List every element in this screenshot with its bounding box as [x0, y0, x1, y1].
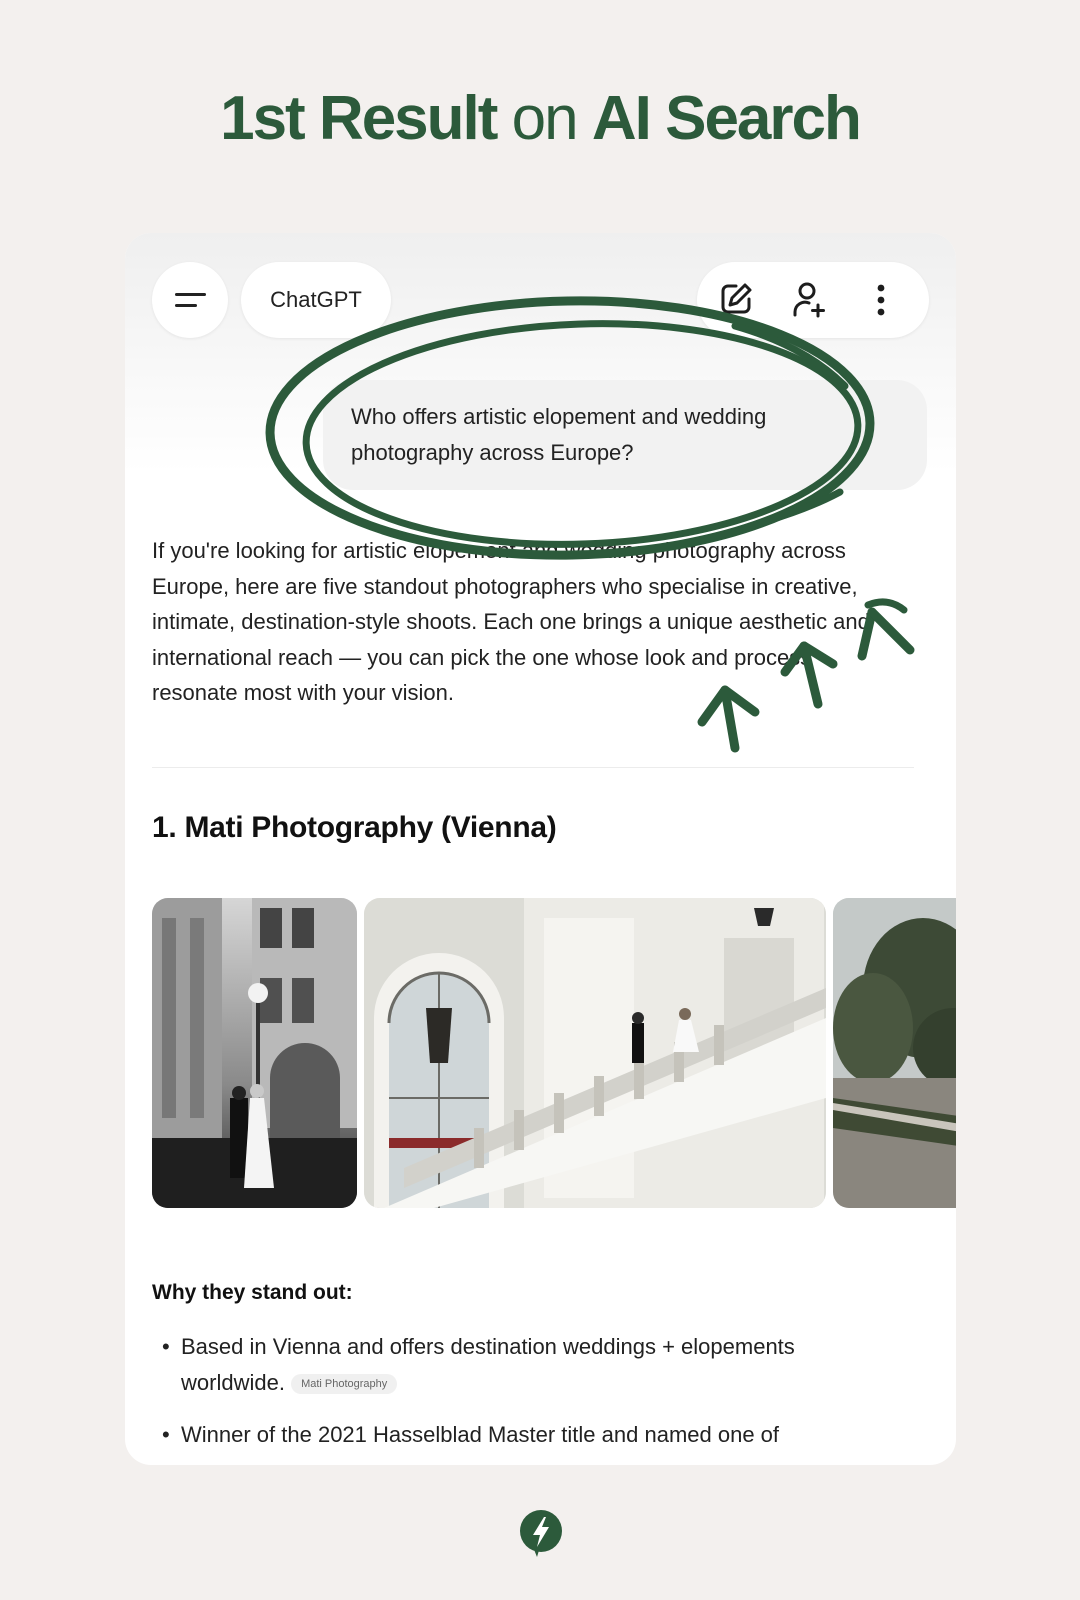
headline-part-3: AI Search [591, 84, 862, 153]
model-selector[interactable]: ChatGPT [241, 262, 391, 338]
prompt-line-1: Who offers artistic elopement and weddin… [351, 404, 767, 429]
bullet-text: Winner of the 2021 Hasselblad Master tit… [181, 1422, 780, 1447]
result-title: 1. Mati Photography (Vienna) [152, 811, 557, 844]
chat-screenshot-card: ChatGPT Who offers artistic elopement an… [125, 233, 956, 1465]
add-user-icon[interactable] [790, 280, 830, 325]
app-name: ChatGPT [270, 287, 362, 312]
prompt-line-2: photography across Europe? [351, 440, 634, 465]
citation-chip[interactable]: Mati Photography [291, 1374, 398, 1394]
why-heading: Why they stand out: [152, 1281, 353, 1304]
list-item: • Winner of the 2021 Hasselblad Master t… [162, 1422, 780, 1447]
user-prompt-bubble: Who offers artistic elopement and weddin… [323, 380, 927, 490]
photo-staircase-couple[interactable] [364, 898, 826, 1208]
assistant-answer: If you're looking for artistic elopement… [152, 533, 932, 711]
lightning-bolt-icon [520, 1510, 562, 1557]
list-item: • Based in Vienna and offers destination… [162, 1334, 795, 1395]
answer-line-2: Europe, here are five standout photograp… [152, 573, 858, 599]
headline-part-1: 1st Result [220, 84, 498, 153]
menu-button[interactable] [152, 262, 228, 338]
answer-line-1: If you're looking for artistic elopement… [152, 538, 846, 563]
header-actions [697, 262, 929, 338]
bullet-text-cont: worldwide. [181, 1370, 285, 1395]
answer-line-4: international reach — you can pick the o… [152, 644, 812, 670]
edit-icon[interactable] [717, 280, 755, 323]
photo-carousel[interactable] [152, 898, 956, 1208]
photo-vienna-palace-couple[interactable] [152, 898, 357, 1208]
page-headline: 1st Result on AI Search [0, 82, 1080, 156]
section-divider [152, 767, 914, 768]
answer-line-3: intimate, destination-style shoots. Each… [152, 609, 870, 634]
more-vertical-icon[interactable] [875, 280, 887, 325]
headline-part-2: on [511, 84, 579, 153]
photo-garden[interactable] [833, 898, 956, 1208]
answer-line-5: resonate most with your vision. [152, 680, 455, 705]
bullet-text: Based in Vienna and offers destination w… [181, 1334, 795, 1359]
